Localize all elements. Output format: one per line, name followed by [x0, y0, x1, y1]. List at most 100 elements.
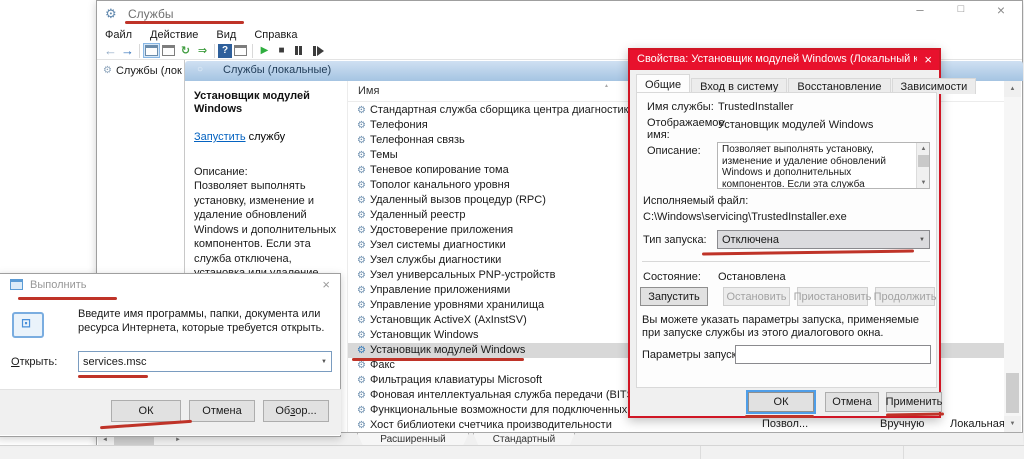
open-label: Открыть: [11, 356, 57, 368]
service-name-label: Темы [370, 148, 398, 163]
tab-general[interactable]: Общие [636, 74, 690, 92]
service-gear-icon: ⚙ [357, 226, 366, 236]
back-icon[interactable]: ← [102, 43, 119, 58]
startup-type-value: Отключена [722, 234, 779, 246]
service-name-label: Управление уровнями хранилища [370, 298, 544, 313]
service-gear-icon: ⚙ [357, 361, 366, 371]
pause-button[interactable]: Приостановить [797, 287, 868, 306]
restart-service-icon[interactable] [307, 43, 329, 58]
open-input[interactable]: services.msc ▼ [78, 351, 332, 372]
continue-button[interactable]: Продолжить [875, 287, 935, 306]
service-name-value: TrustedInstaller [718, 101, 793, 113]
properties-dialog: Свойства: Установщик модулей Windows (Ло… [628, 48, 941, 418]
browse-post: ор... [295, 405, 316, 417]
service-name-label: Удаленный реестр [370, 208, 465, 223]
service-gear-icon: ⚙ [357, 406, 366, 416]
service-gear-icon: ⚙ [357, 286, 366, 296]
tree-item-services[interactable]: ⚙ Службы (лок [97, 60, 184, 77]
close-icon[interactable]: × [992, 2, 1010, 20]
close-icon[interactable]: × [924, 52, 932, 67]
minimize-icon[interactable]: – [911, 2, 929, 20]
start-button[interactable]: Запустить [640, 287, 708, 306]
browse-button[interactable]: Обзор... [263, 400, 329, 422]
services-app-icon: ⚙ [105, 6, 117, 22]
menu-help[interactable]: Справка [245, 29, 306, 41]
startup-type-select[interactable]: Отключена ▼ [717, 230, 930, 249]
ok-button[interactable]: ОК [748, 392, 814, 412]
start-service-icon[interactable]: ▶ [256, 43, 273, 58]
annotation-underline-apply [886, 412, 944, 416]
properties-title-bar[interactable]: Свойства: Установщик модулей Windows (Ло… [630, 50, 939, 70]
desktop: ⚙ Службы – □ × Файл Действие Вид Справка… [0, 0, 1024, 459]
service-gear-icon: ⚙ [357, 301, 366, 311]
menu-bar: Файл Действие Вид Справка [97, 27, 1022, 42]
cancel-button[interactable]: Отмена [189, 400, 255, 422]
stop-button[interactable]: Остановить [723, 287, 790, 306]
list-vscrollbar[interactable]: ▲ ▼ [1004, 81, 1021, 432]
window-glyph [234, 45, 247, 56]
services-node-icon: ⚙ [103, 66, 112, 76]
forward-icon[interactable]: → [119, 43, 136, 58]
extended-view-icon[interactable] [232, 43, 249, 58]
service-gear-icon: ⚙ [357, 196, 366, 206]
textarea-scrollbar[interactable]: ▲ ▼ [916, 143, 929, 188]
scroll-down-icon[interactable]: ▼ [1004, 416, 1021, 432]
menu-view[interactable]: Вид [207, 29, 245, 41]
ok-button[interactable]: ОК [111, 400, 181, 422]
display-name-value: Установщик модулей Windows [718, 119, 873, 131]
service-name-label: Телефония [370, 118, 428, 133]
export-list-icon[interactable]: ⇒ [194, 43, 211, 58]
properties-icon[interactable] [160, 43, 177, 58]
service-gear-icon: ⚙ [357, 256, 366, 266]
annotation-underline-selected-service [352, 358, 524, 361]
service-gear-icon: ⚙ [357, 166, 366, 176]
stop-service-icon[interactable]: ■ [273, 43, 290, 58]
toolbar-separator [139, 44, 140, 58]
pause-glyph [295, 46, 302, 55]
service-name-label: Телефонная связь [370, 133, 465, 148]
tree-item-label: Службы (лок [116, 65, 182, 77]
params-input[interactable] [735, 345, 931, 364]
description-label: Описание: [185, 143, 347, 178]
scroll-down-icon[interactable]: ▼ [917, 177, 930, 188]
run-app-icon [10, 279, 23, 290]
service-gear-icon: ⚙ [357, 421, 366, 431]
service-gear-icon: ⚙ [357, 376, 366, 386]
display-name-label2: имя: [647, 129, 670, 141]
service-name-label: Тополог канального уровня [370, 178, 510, 193]
chevron-down-icon: ▼ [321, 359, 327, 365]
menu-file[interactable]: Файл [97, 29, 141, 41]
scrollbar-thumb[interactable] [918, 155, 929, 167]
separator-line [642, 261, 930, 262]
params-note: Вы можете указать параметры запуска, при… [642, 314, 938, 340]
run-dialog-title: Выполнить [30, 279, 86, 291]
help-icon[interactable]: ? [218, 44, 232, 58]
apply-button[interactable]: Применить [886, 392, 942, 412]
scroll-up-icon[interactable]: ▲ [1004, 81, 1021, 97]
state-label: Состояние: [643, 271, 701, 283]
run-title-bar[interactable]: Выполнить × [0, 274, 340, 298]
show-console-tree-icon[interactable] [143, 43, 160, 58]
bar-glyph [313, 46, 316, 56]
scrollbar-thumb[interactable] [1006, 373, 1019, 413]
service-name-label: Имя службы: [647, 101, 714, 113]
scroll-up-icon[interactable]: ▲ [917, 143, 930, 154]
run-arrow-glyph: ⊡ [21, 316, 31, 330]
service-name-label: Функциональные возможности для подключен… [370, 403, 671, 418]
pause-service-icon[interactable] [290, 43, 307, 58]
refresh-icon[interactable]: ↻ [177, 43, 194, 58]
maximize-icon[interactable]: □ [952, 3, 970, 21]
tab-extended-label: Расширенный [380, 434, 445, 445]
service-name-label: Узел универсальных PNP-устройств [370, 268, 555, 283]
menu-action[interactable]: Действие [141, 29, 207, 41]
description-textarea[interactable]: Позволяет выполнять установку, изменение… [717, 142, 930, 189]
close-icon[interactable]: × [322, 277, 330, 292]
cancel-button[interactable]: Отмена [825, 392, 879, 412]
chevron-down-icon: ▼ [919, 237, 925, 243]
partial-row-startup-type: Вручную [880, 418, 924, 430]
service-gear-icon: ⚙ [357, 271, 366, 281]
toolbar-separator [252, 44, 253, 58]
window-glyph [162, 45, 175, 56]
service-name-label: Удостоверение приложения [370, 223, 513, 238]
start-service-link[interactable]: Запустить [194, 131, 246, 143]
